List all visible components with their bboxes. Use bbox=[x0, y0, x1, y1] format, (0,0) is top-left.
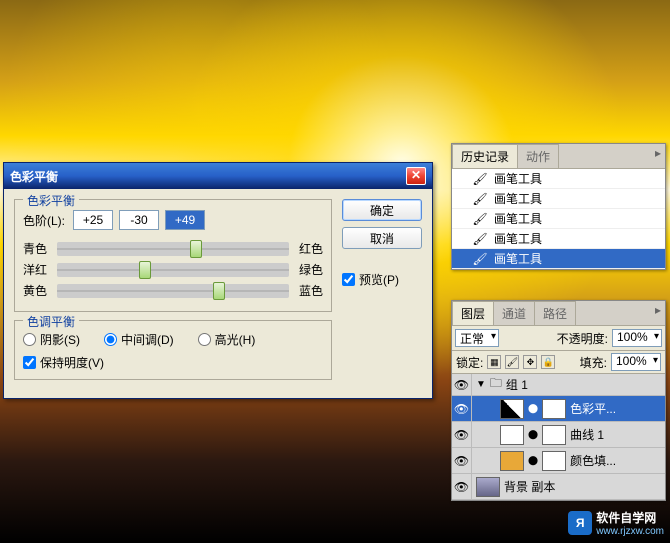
chevron-down-icon[interactable]: ▼ bbox=[476, 379, 486, 390]
highlights-radio[interactable]: 高光(H) bbox=[198, 331, 256, 348]
dialog-title: 色彩平衡 bbox=[10, 168, 58, 185]
color-balance-dialog: 色彩平衡 ✕ 色彩平衡 色阶(L): +25 -30 +49 青色 红色 洋红 bbox=[3, 162, 433, 399]
link-icon: ⬤ bbox=[528, 403, 538, 414]
link-icon: ⬤ bbox=[528, 429, 538, 440]
layer-row[interactable]: 👁 ⬤ 色彩平... bbox=[452, 396, 665, 422]
slider-right-label: 蓝色 bbox=[295, 282, 323, 299]
opacity-label: 不透明度: bbox=[557, 330, 608, 347]
dialog-titlebar[interactable]: 色彩平衡 ✕ bbox=[4, 163, 432, 189]
tab-channels[interactable]: 通道 bbox=[493, 301, 535, 325]
visibility-icon[interactable]: 👁 bbox=[452, 474, 472, 499]
layer-thumbnail[interactable] bbox=[500, 451, 524, 471]
watermark-brand: 软件自学网 bbox=[596, 509, 664, 526]
layer-row[interactable]: 👁 ⬤ 曲线 1 bbox=[452, 422, 665, 448]
history-panel: 历史记录 动作 ▸ 🖌画笔工具 🖌画笔工具 🖌画笔工具 🖌画笔工具 🖌画笔工具 bbox=[451, 143, 666, 270]
slider-right-label: 绿色 bbox=[295, 261, 323, 278]
group-legend: 色调平衡 bbox=[23, 313, 79, 330]
watermark: Я 软件自学网 www.rjzxw.com bbox=[568, 509, 664, 537]
magenta-green-slider[interactable] bbox=[57, 263, 289, 277]
mask-thumbnail[interactable] bbox=[542, 399, 566, 419]
layers-panel: 图层 通道 路径 ▸ 正常 不透明度: 100% 锁定: ▦ 🖌 ✥ 🔒 填充:… bbox=[451, 300, 666, 501]
shadows-radio[interactable]: 阴影(S) bbox=[23, 331, 80, 348]
slider-left-label: 洋红 bbox=[23, 261, 51, 278]
midtones-radio[interactable]: 中间调(D) bbox=[104, 331, 174, 348]
folder-icon: 🗀 bbox=[490, 374, 502, 395]
close-icon[interactable]: ✕ bbox=[406, 167, 426, 185]
layer-row[interactable]: 👁 ⬤ 颜色填... bbox=[452, 448, 665, 474]
brush-icon: 🖌 bbox=[472, 212, 488, 226]
blend-mode-select[interactable]: 正常 bbox=[455, 329, 499, 347]
logo-icon: Я bbox=[568, 511, 592, 535]
mask-thumbnail[interactable] bbox=[542, 425, 566, 445]
preview-checkbox[interactable]: 预览(P) bbox=[342, 271, 422, 288]
tone-balance-group: 色调平衡 阴影(S) 中间调(D) 高光(H) 保持明度(V) bbox=[14, 320, 332, 380]
ok-button[interactable]: 确定 bbox=[342, 199, 422, 221]
tab-layers[interactable]: 图层 bbox=[452, 301, 494, 325]
panel-menu-icon[interactable]: ▸ bbox=[651, 301, 665, 325]
history-item[interactable]: 🖌画笔工具 bbox=[452, 249, 665, 269]
layer-thumbnail[interactable] bbox=[476, 477, 500, 497]
brush-icon: 🖌 bbox=[472, 172, 488, 186]
layer-thumbnail[interactable] bbox=[500, 425, 524, 445]
link-icon: ⬤ bbox=[528, 455, 538, 466]
layer-row[interactable]: 👁 背景 副本 bbox=[452, 474, 665, 500]
group-legend: 色彩平衡 bbox=[23, 192, 79, 209]
lock-transparent-icon[interactable]: ▦ bbox=[487, 355, 501, 369]
slider-left-label: 黄色 bbox=[23, 282, 51, 299]
slider-right-label: 红色 bbox=[295, 240, 323, 257]
history-item[interactable]: 🖌画笔工具 bbox=[452, 169, 665, 189]
cancel-button[interactable]: 取消 bbox=[342, 227, 422, 249]
lock-label: 锁定: bbox=[456, 354, 483, 371]
tab-paths[interactable]: 路径 bbox=[534, 301, 576, 325]
layer-group[interactable]: 👁 ▼🗀组 1 bbox=[452, 374, 665, 396]
yellow-blue-slider[interactable] bbox=[57, 284, 289, 298]
fill-label: 填充: bbox=[580, 354, 607, 371]
cyan-red-slider[interactable] bbox=[57, 242, 289, 256]
mask-thumbnail[interactable] bbox=[542, 451, 566, 471]
visibility-icon[interactable]: 👁 bbox=[452, 396, 472, 421]
lock-pixels-icon[interactable]: 🖌 bbox=[505, 355, 519, 369]
preserve-luminosity-checkbox[interactable]: 保持明度(V) bbox=[23, 354, 104, 371]
visibility-icon[interactable]: 👁 bbox=[452, 422, 472, 447]
tab-actions[interactable]: 动作 bbox=[517, 144, 559, 168]
lock-all-icon[interactable]: 🔒 bbox=[541, 355, 555, 369]
tab-history[interactable]: 历史记录 bbox=[452, 144, 518, 168]
opacity-input[interactable]: 100% bbox=[612, 329, 662, 347]
slider-left-label: 青色 bbox=[23, 240, 51, 257]
layer-thumbnail[interactable] bbox=[500, 399, 524, 419]
history-item[interactable]: 🖌画笔工具 bbox=[452, 189, 665, 209]
history-item[interactable]: 🖌画笔工具 bbox=[452, 209, 665, 229]
level-input-3[interactable]: +49 bbox=[165, 210, 205, 230]
brush-icon: 🖌 bbox=[472, 192, 488, 206]
lock-position-icon[interactable]: ✥ bbox=[523, 355, 537, 369]
fill-input[interactable]: 100% bbox=[611, 353, 661, 371]
visibility-icon[interactable]: 👁 bbox=[452, 448, 472, 473]
visibility-icon[interactable]: 👁 bbox=[452, 374, 472, 395]
color-balance-group: 色彩平衡 色阶(L): +25 -30 +49 青色 红色 洋红 绿色 bbox=[14, 199, 332, 312]
history-item[interactable]: 🖌画笔工具 bbox=[452, 229, 665, 249]
watermark-url: www.rjzxw.com bbox=[596, 526, 664, 537]
panel-menu-icon[interactable]: ▸ bbox=[651, 144, 665, 168]
brush-icon: 🖌 bbox=[472, 232, 488, 246]
levels-label: 色阶(L): bbox=[23, 212, 65, 229]
level-input-1[interactable]: +25 bbox=[73, 210, 113, 230]
level-input-2[interactable]: -30 bbox=[119, 210, 159, 230]
brush-icon: 🖌 bbox=[472, 252, 488, 266]
